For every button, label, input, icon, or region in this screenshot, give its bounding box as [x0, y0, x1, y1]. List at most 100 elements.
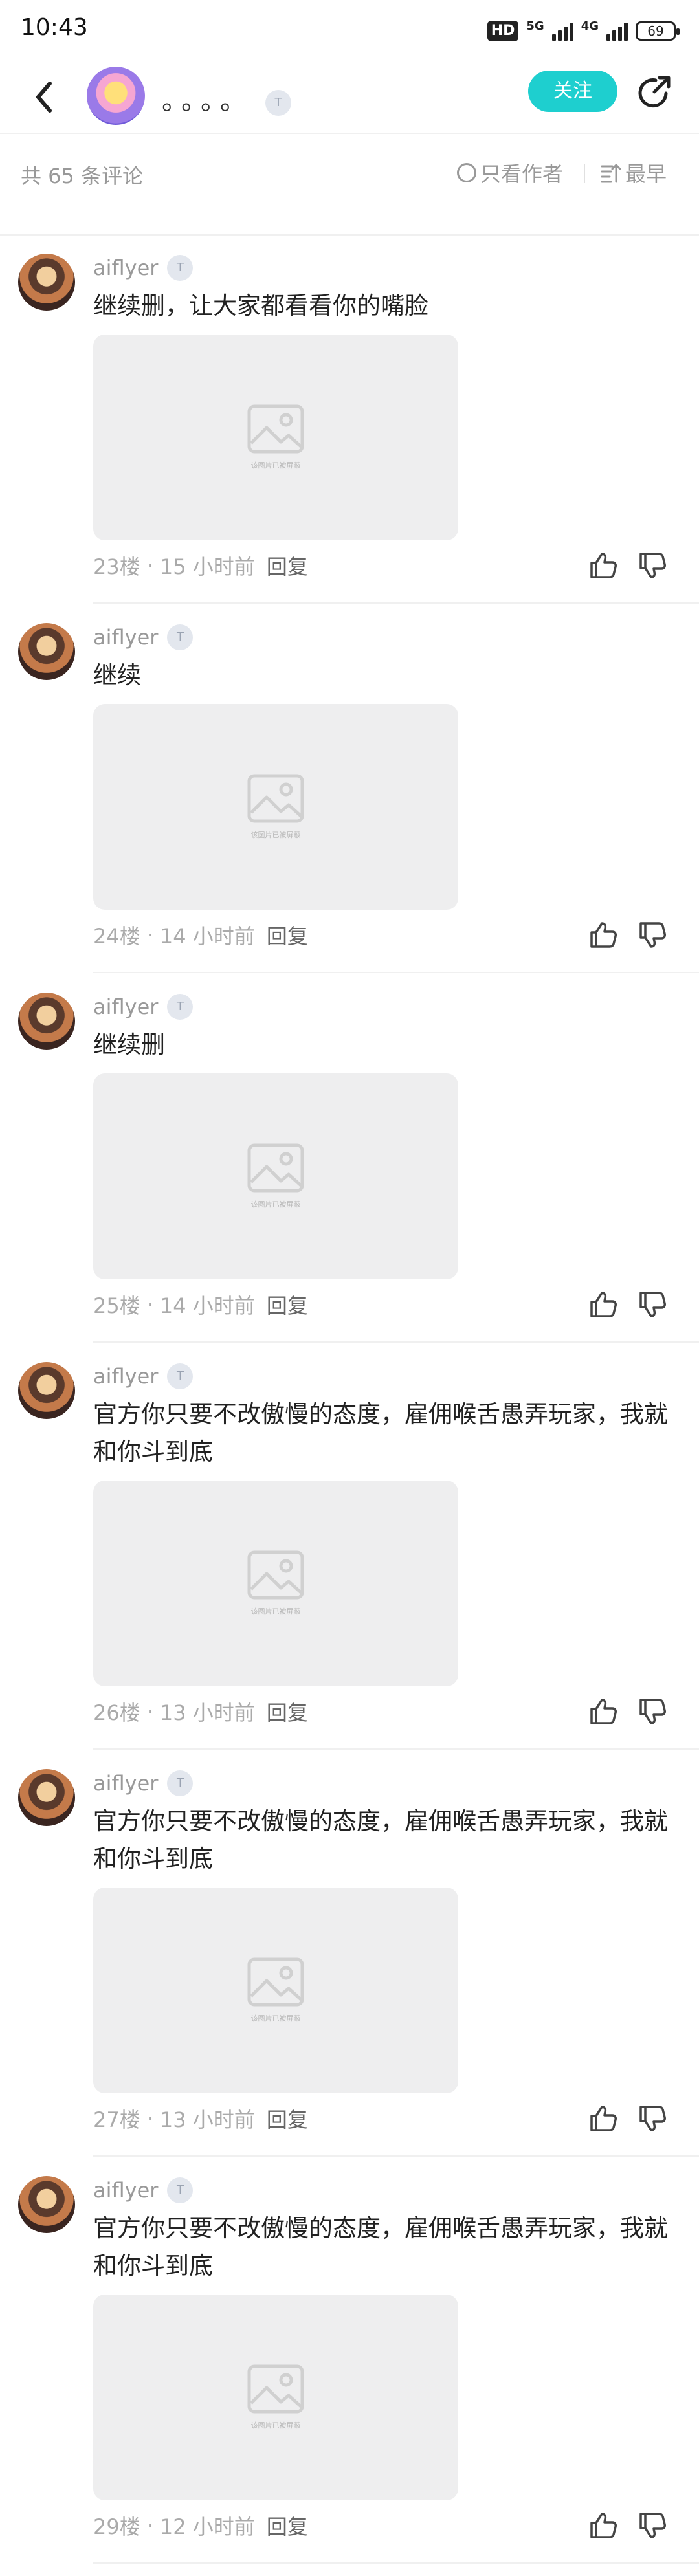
separator-dot: ·	[146, 1699, 153, 1724]
page-title: 。。。。	[162, 86, 252, 116]
comment-time: 12 小时前	[159, 2515, 255, 2539]
like-button[interactable]	[586, 1695, 620, 1728]
image-blocked-caption: 该图片已被屏蔽	[250, 2014, 301, 2023]
comment-text: 官方你只要不改傲慢的态度，雇佣喉舌愚弄玩家，我就和你斗到底	[93, 1400, 668, 1466]
reply-button[interactable]: 回复	[267, 551, 308, 580]
level-badge-icon: T	[167, 1770, 194, 1796]
level-badge-icon: T	[167, 624, 194, 650]
sort-button[interactable]: 最早	[601, 160, 667, 186]
thumbs-up-icon	[590, 1699, 617, 1724]
user-avatar[interactable]	[18, 1769, 75, 1826]
username[interactable]: aiflyer	[93, 2178, 158, 2203]
like-button[interactable]	[586, 2509, 620, 2542]
comment-meta: 29楼 · 12 小时前 回复	[93, 2511, 308, 2540]
dislike-button[interactable]	[636, 2102, 669, 2135]
comment-image[interactable]: 该图片已被屏蔽	[93, 1481, 458, 1686]
like-button[interactable]	[586, 549, 620, 582]
dislike-button[interactable]	[636, 549, 669, 582]
comment-image[interactable]: 该图片已被屏蔽	[93, 1073, 458, 1279]
username[interactable]: aiflyer	[93, 1771, 158, 1796]
thumbs-up-icon	[590, 2513, 617, 2538]
comment-text: 官方你只要不改傲慢的态度，雇佣喉舌愚弄玩家，我就和你斗到底	[93, 1807, 668, 1873]
comment-meta: 27楼 · 13 小时前 回复	[93, 2104, 308, 2133]
user-avatar[interactable]	[18, 993, 75, 1050]
dislike-button[interactable]	[636, 918, 669, 952]
comment-time: 13 小时前	[159, 2108, 255, 2132]
network-5g-label: 5G	[526, 19, 544, 33]
image-placeholder-icon	[247, 1957, 304, 2007]
signal-icon	[606, 21, 628, 41]
floor-number: 26楼	[93, 1701, 140, 1725]
comment-text: 继续删	[93, 1031, 165, 1059]
only-author-label: 只看作者	[480, 162, 564, 186]
comment-text: 继续删，让大家都看看你的嘴脸	[93, 292, 428, 320]
separator-dot: ·	[146, 1292, 153, 1317]
comment-item: aiflyer T 继续删 该图片已被屏蔽 25楼 · 14 小时前 回复	[0, 973, 699, 1343]
thumbs-down-icon	[639, 2106, 666, 2131]
like-button[interactable]	[586, 918, 620, 952]
image-placeholder-icon	[247, 1143, 304, 1193]
image-placeholder-icon	[247, 404, 304, 454]
reply-button[interactable]: 回复	[267, 1290, 308, 1319]
thumbs-up-icon	[590, 553, 617, 578]
comment-time: 14 小时前	[159, 924, 255, 949]
dislike-button[interactable]	[636, 1695, 669, 1728]
floor-number: 23楼	[93, 555, 140, 579]
divider	[584, 164, 585, 183]
divider	[93, 2562, 699, 2564]
floor-number: 27楼	[93, 2108, 140, 2132]
status-icons: HD 5G 4G 69	[487, 18, 680, 44]
image-placeholder-icon	[247, 774, 304, 823]
thumbs-up-icon	[590, 2106, 617, 2131]
comment-item: aiflyer T 继续 该图片已被屏蔽 24楼 · 14 小时前 回复	[0, 604, 699, 973]
comment-image[interactable]: 该图片已被屏蔽	[93, 2295, 458, 2500]
like-button[interactable]	[586, 2102, 620, 2135]
user-avatar[interactable]	[18, 2176, 75, 2233]
username[interactable]: aiflyer	[93, 256, 158, 280]
reply-button[interactable]: 回复	[267, 2511, 308, 2540]
reply-button[interactable]: 回复	[267, 920, 308, 950]
user-avatar[interactable]	[18, 1362, 75, 1419]
comment-user: aiflyer T	[93, 993, 194, 1021]
level-badge-icon: T	[167, 1363, 194, 1389]
username[interactable]: aiflyer	[93, 1364, 158, 1389]
comment-item: aiflyer T 官方你只要不改傲慢的态度，雇佣喉舌愚弄玩家，我就和你斗到底 …	[0, 1343, 699, 1750]
user-avatar[interactable]	[18, 254, 75, 311]
thumbs-down-icon	[639, 1292, 666, 1317]
comment-image[interactable]: 该图片已被屏蔽	[93, 704, 458, 910]
back-button[interactable]	[25, 74, 63, 120]
user-avatar[interactable]	[18, 623, 75, 680]
comment-user: aiflyer T	[93, 623, 194, 652]
separator-dot: ·	[146, 2106, 153, 2131]
dislike-button[interactable]	[636, 1288, 669, 1321]
comment-image[interactable]: 该图片已被屏蔽	[93, 335, 458, 540]
floor-number: 29楼	[93, 2515, 140, 2539]
floor-number: 25楼	[93, 1294, 140, 1318]
image-blocked-caption: 该图片已被屏蔽	[250, 461, 301, 470]
status-bar: 10:43 HD 5G 4G 69	[0, 0, 699, 61]
comment-meta: 23楼 · 15 小时前 回复	[93, 551, 308, 580]
reply-button[interactable]: 回复	[267, 2104, 308, 2133]
only-author-toggle[interactable]: 只看作者	[457, 160, 563, 186]
floor-number: 24楼	[93, 924, 140, 949]
comment-item: aiflyer T 继续删，让大家都看看你的嘴脸 该图片已被屏蔽 23楼 · 1…	[0, 234, 699, 604]
comment-count: 共 65 条评论	[21, 164, 144, 188]
reply-button[interactable]: 回复	[267, 1697, 308, 1726]
filter-bar: 共 65 条评论 只看作者 最早	[0, 134, 699, 237]
thumbs-up-icon	[590, 1292, 617, 1317]
follow-button[interactable]: 关注	[528, 71, 617, 112]
thumbs-down-icon	[639, 922, 666, 948]
level-badge-icon: T	[167, 2177, 194, 2203]
username[interactable]: aiflyer	[93, 995, 158, 1019]
comment-image[interactable]: 该图片已被屏蔽	[93, 1888, 458, 2093]
image-blocked-caption: 该图片已被屏蔽	[250, 1200, 301, 1209]
author-avatar[interactable]	[87, 67, 145, 125]
level-badge-icon: T	[265, 90, 291, 116]
comment-time: 13 小时前	[159, 1701, 255, 1725]
dislike-button[interactable]	[636, 2509, 669, 2542]
separator-dot: ·	[146, 2513, 153, 2538]
share-button[interactable]	[634, 72, 674, 112]
username[interactable]: aiflyer	[93, 625, 158, 650]
thumbs-up-icon	[590, 922, 617, 948]
like-button[interactable]	[586, 1288, 620, 1321]
